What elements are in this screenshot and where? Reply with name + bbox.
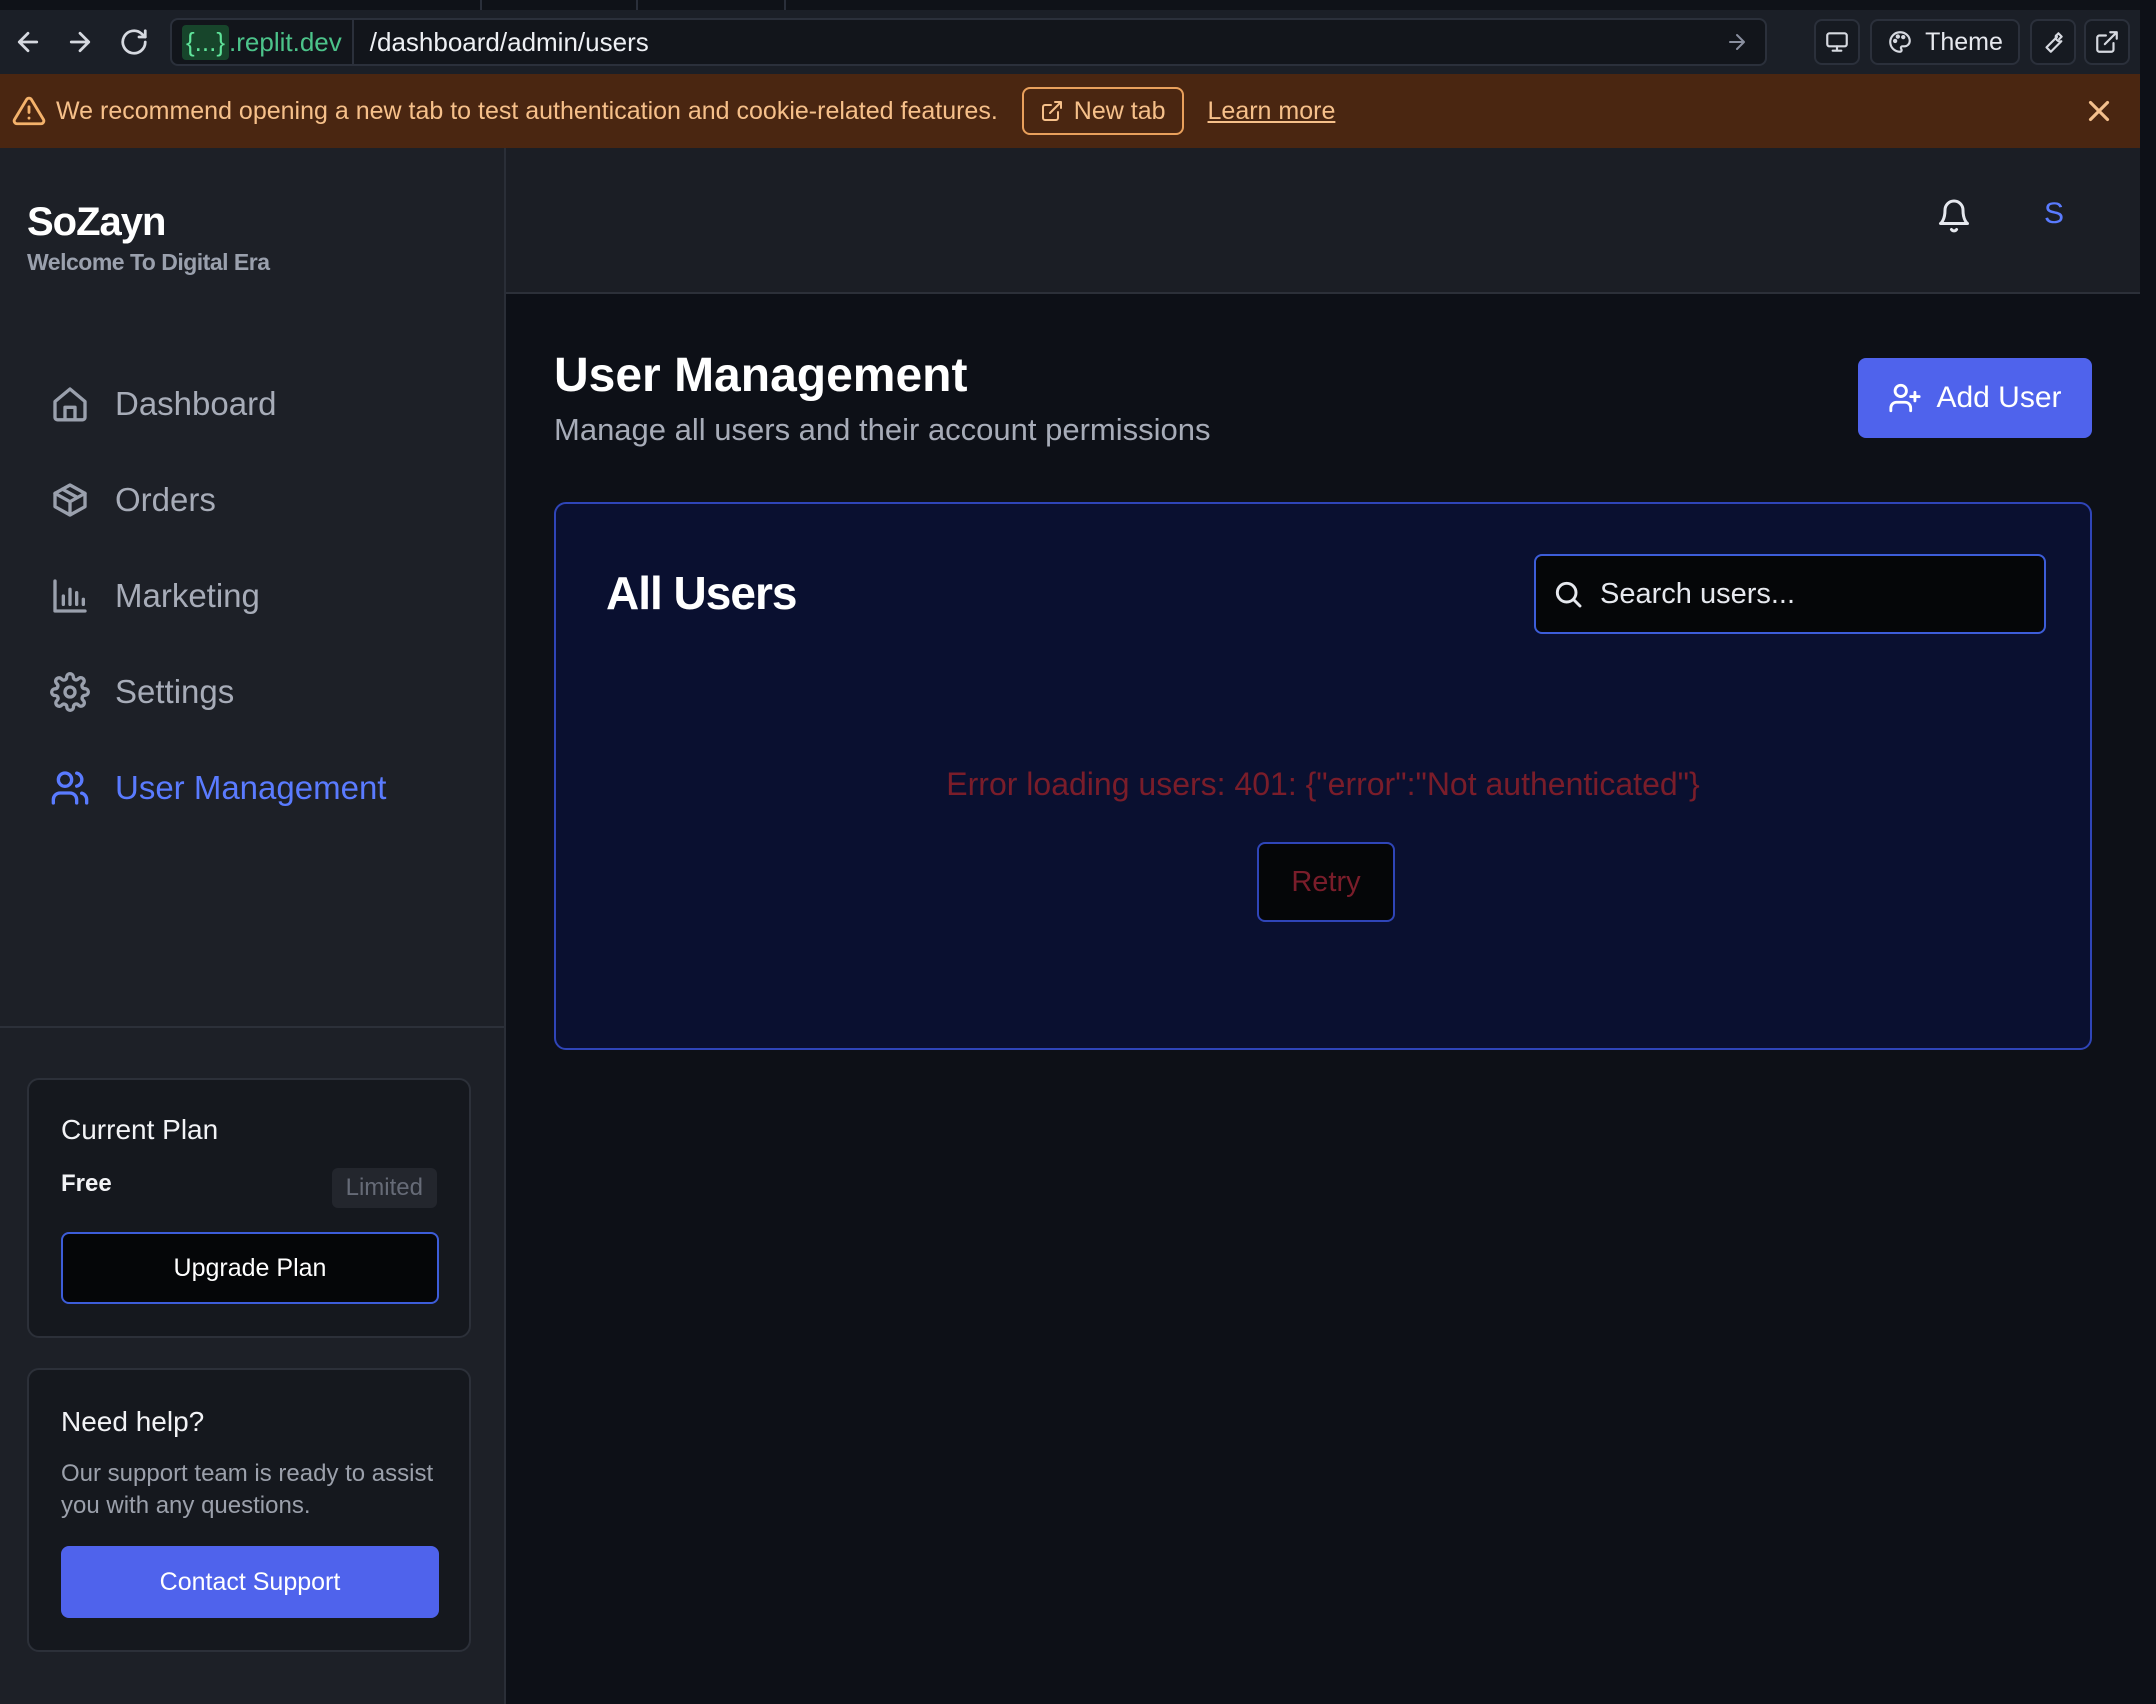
bar-chart-icon <box>53 579 87 613</box>
theme-label: Theme <box>1925 27 2003 56</box>
new-tab-button[interactable]: New tab <box>1021 87 1184 135</box>
brand-name: SoZayn <box>27 200 166 244</box>
url-path: /dashboard/admin/users <box>369 26 649 57</box>
add-user-button[interactable]: Add User <box>1858 358 2092 438</box>
browser-toolbar: {...} .replit.dev /dashboard/admin/users… <box>0 10 2140 74</box>
sidebar-item-label: Marketing <box>115 577 260 614</box>
sidebar-item-dashboard[interactable]: Dashboard <box>0 356 504 452</box>
page: {...} .replit.dev /dashboard/admin/users… <box>0 0 2156 1704</box>
warning-icon <box>12 94 46 128</box>
external-link-icon <box>1041 101 1062 121</box>
monitor-icon <box>1826 32 1848 52</box>
arrow-right-icon <box>1729 34 1745 50</box>
arrow-left-icon <box>17 31 39 53</box>
reload-button[interactable] <box>106 14 162 70</box>
sidebar-item-label: User Management <box>115 769 387 806</box>
current-plan-card: Current Plan Free Limited Upgrade Plan <box>27 1078 471 1338</box>
arrow-right-icon <box>69 31 91 53</box>
error-message: Error loading users: 401: {"error":"Not … <box>946 766 1700 802</box>
devtools-button[interactable] <box>2030 19 2076 65</box>
sidebar-item-label: Orders <box>115 481 216 518</box>
tab-divider <box>480 0 482 10</box>
sidebar-item-label: Settings <box>115 673 235 710</box>
sidebar-item-settings[interactable]: Settings <box>0 644 504 740</box>
notifications-button[interactable] <box>1936 198 1976 238</box>
reload-icon <box>121 29 147 55</box>
page-title: User Management <box>554 349 968 402</box>
forward-button[interactable] <box>52 14 108 70</box>
app-header: S <box>506 148 2140 294</box>
upgrade-plan-button[interactable]: Upgrade Plan <box>61 1232 439 1304</box>
sidebar-item-marketing[interactable]: Marketing <box>0 548 504 644</box>
learn-more-link[interactable]: Learn more <box>1208 97 1336 126</box>
new-tab-label: New tab <box>1073 96 1166 125</box>
search-icon <box>1555 581 1582 608</box>
url-domain-prefix: {...} <box>182 24 230 60</box>
external-link-icon <box>2096 31 2118 53</box>
add-user-label: Add User <box>1936 381 2062 414</box>
url-domain-suffix: .replit.dev <box>229 26 342 57</box>
package-icon <box>53 483 87 517</box>
auth-warning-banner: We recommend opening a new tab to test a… <box>0 74 2140 148</box>
all-users-card: All Users Error loading users: 401: {"er… <box>554 502 2092 1050</box>
gear-icon <box>50 672 90 712</box>
plan-badge: Limited <box>331 1168 437 1208</box>
sidebar-nav: Dashboard Orders Marketing Settings User… <box>0 356 504 836</box>
user-plus-icon <box>1889 383 1922 413</box>
sidebar-divider <box>0 1026 504 1028</box>
plan-name: Free <box>61 1170 112 1197</box>
tab-divider <box>784 0 786 10</box>
back-button[interactable] <box>0 14 56 70</box>
device-preview-button[interactable] <box>1814 19 1860 65</box>
url-go-button[interactable] <box>1717 22 1757 62</box>
help-card-title: Need help? <box>61 1406 205 1437</box>
wrench-icon <box>2045 32 2063 53</box>
main-content: User Management Manage all users and the… <box>506 294 2140 1704</box>
search-users-field[interactable] <box>1534 554 2046 634</box>
bell-icon <box>1939 199 1969 233</box>
home-icon <box>53 387 87 422</box>
sidebar-item-user-management[interactable]: User Management <box>0 740 504 836</box>
help-card: Need help? Our support team is ready to … <box>27 1368 471 1652</box>
close-banner-button[interactable] <box>2082 94 2116 128</box>
theme-button[interactable]: Theme <box>1870 19 2020 65</box>
avatar[interactable]: S <box>2034 194 2074 234</box>
sidebar-item-orders[interactable]: Orders <box>0 452 504 548</box>
close-icon <box>2088 100 2110 122</box>
brand-tagline: Welcome To Digital Era <box>27 249 270 275</box>
address-bar[interactable]: {...} .replit.dev /dashboard/admin/users <box>170 18 1767 66</box>
search-input[interactable] <box>1600 577 2020 611</box>
help-card-text: Our support team is ready to assist you … <box>61 1460 434 1519</box>
open-external-button[interactable] <box>2084 19 2130 65</box>
url-domain: {...} .replit.dev <box>172 20 354 64</box>
retry-button[interactable]: Retry <box>1257 842 1395 922</box>
contact-support-button[interactable]: Contact Support <box>61 1546 439 1618</box>
sidebar-item-label: Dashboard <box>115 385 277 422</box>
sidebar: SoZayn Welcome To Digital Era Dashboard … <box>0 148 506 1704</box>
users-icon <box>51 771 89 805</box>
palette-icon <box>1889 31 1911 53</box>
browser-tabstrip <box>0 0 2140 10</box>
banner-message: We recommend opening a new tab to test a… <box>56 96 998 125</box>
plan-card-title: Current Plan <box>61 1114 219 1145</box>
page-subtitle: Manage all users and their account permi… <box>554 412 1211 447</box>
brand: SoZayn Welcome To Digital Era <box>27 200 270 276</box>
all-users-title: All Users <box>606 567 797 619</box>
tab-divider <box>636 0 638 10</box>
